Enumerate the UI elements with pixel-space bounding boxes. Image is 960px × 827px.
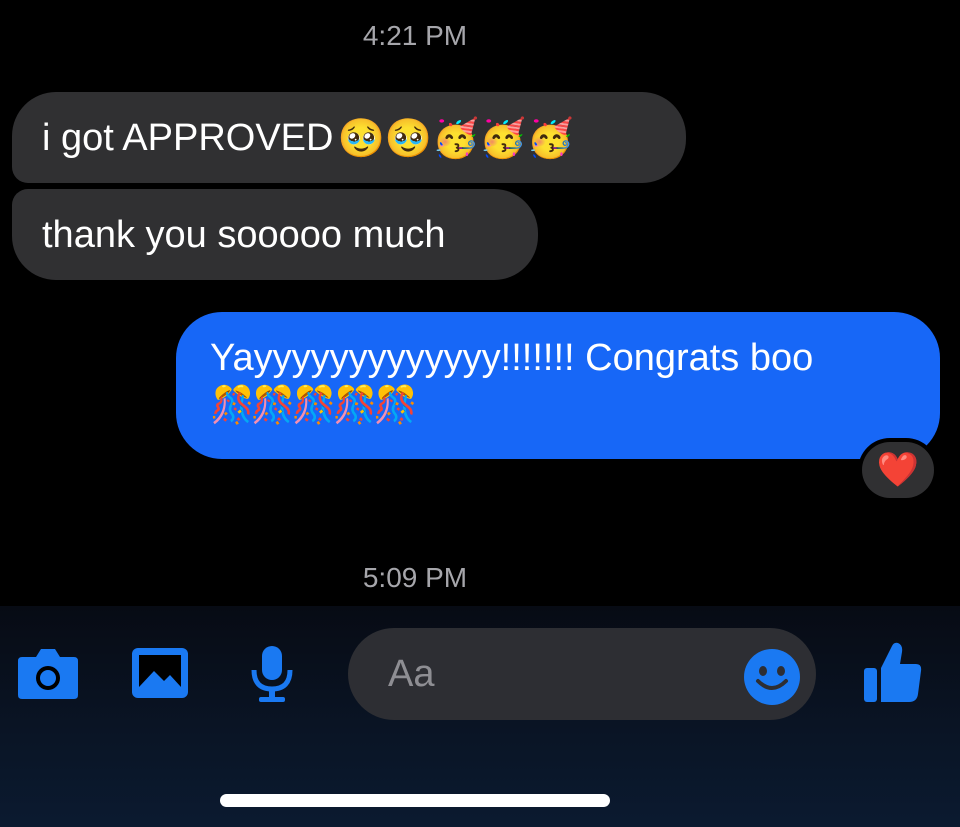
incoming-message-2[interactable]: thank you sooooo much [12,189,538,280]
heart-reaction[interactable]: ❤️ [862,442,934,498]
home-indicator[interactable] [220,794,610,807]
message-text: thank you sooooo much [42,213,446,256]
timestamp-2: 5:09 PM [362,562,468,593]
microphone-icon[interactable] [247,644,297,704]
message-text: i got APPROVED [42,116,334,159]
image-icon[interactable] [130,646,190,700]
timestamp-1: 4:21 PM [362,20,468,51]
heart-icon: ❤️ [876,451,920,489]
message-emoji: 🎊🎊🎊🎊🎊 [210,385,418,426]
message-input-placeholder: Aa [388,652,435,695]
message-text: Yayyyyyyyyyyyyy!!!!!!! Congrats boo [210,337,814,379]
incoming-message-1[interactable]: i got APPROVED 🥹🥹🥳🥳🥳 [12,92,686,183]
message-emoji: 🥹🥹🥳🥳🥳 [337,115,575,160]
thumbs-up-icon[interactable] [862,640,924,704]
emoji-icon[interactable] [743,648,801,706]
outgoing-message-1[interactable]: Yayyyyyyyyyyyyy!!!!!!! Congrats boo 🎊🎊🎊🎊… [176,312,940,459]
camera-icon[interactable] [16,645,80,701]
